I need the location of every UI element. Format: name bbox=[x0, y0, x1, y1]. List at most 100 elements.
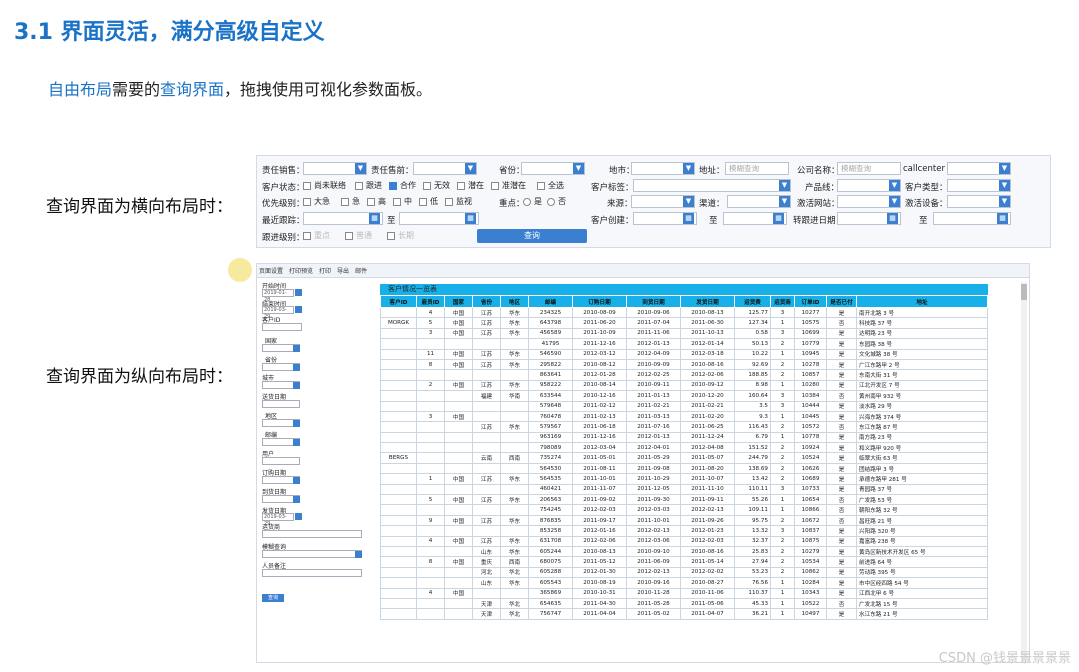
checkbox-priority-1[interactable]: 急 bbox=[341, 196, 360, 207]
table-row[interactable]: 2 中国 江苏 华东 958222 2010-08-14 2010-09-11 2010-09… bbox=[380, 379, 988, 392]
table-row[interactable]: 579648 2011-02-12 2011-02-21 2011-02-21 3.5 3… bbox=[380, 400, 988, 412]
select-activate-ch[interactable]: ▼ bbox=[837, 195, 901, 208]
checkbox-followup-0[interactable]: 重点 bbox=[303, 230, 330, 241]
address-input[interactable]: 模糊查询 bbox=[725, 162, 789, 175]
checkbox-status-5[interactable]: 准潜在 bbox=[491, 180, 526, 191]
table-row[interactable]: 河北 华北 605288 2012-01-30 2012-02-13 2012-02-02… bbox=[380, 566, 988, 579]
table-row[interactable]: 4 中国 江苏 华东 631708 2012-02-06 2012-03-06 2012-02… bbox=[380, 535, 988, 548]
checkbox-status-1[interactable]: 跟进 bbox=[355, 180, 382, 191]
toolbar-page-setup[interactable]: 页面设置 bbox=[259, 266, 283, 275]
chevron-down-icon[interactable] bbox=[293, 382, 300, 389]
table-cell: 东南大街 31 号 bbox=[856, 369, 988, 381]
table-row[interactable]: 5 中国 江苏 华东 206563 2011-09-02 2011-09-30 2011-09… bbox=[380, 494, 988, 506]
toolbar-export[interactable]: 导出 bbox=[337, 266, 349, 275]
checkbox-status-2[interactable]: 合作 bbox=[389, 180, 416, 191]
checkbox-status-4[interactable]: 潜在 bbox=[457, 180, 484, 191]
company-input[interactable]: 模糊查询 bbox=[837, 162, 901, 175]
chevron-down-icon[interactable] bbox=[293, 364, 300, 371]
fuzzy-query-select[interactable] bbox=[262, 550, 362, 558]
select-channel[interactable]: ▼ bbox=[727, 195, 791, 208]
chevron-down-icon[interactable] bbox=[355, 551, 362, 558]
table-row[interactable]: 564530 2011-08-11 2011-09-08 2011-08-20 138.… bbox=[380, 462, 988, 475]
chevron-down-icon[interactable] bbox=[293, 477, 300, 484]
checkbox-priority-5[interactable]: 监视 bbox=[445, 196, 472, 207]
table-row[interactable]: 754245 2012-02-03 2012-03-03 2012-02-13 109.… bbox=[380, 504, 988, 516]
table-row[interactable]: 798089 2012-03-04 2012-04-01 2012-04-08 151.… bbox=[380, 442, 988, 454]
checkbox-status-6[interactable]: 全选 bbox=[537, 180, 564, 191]
calendar-icon[interactable]: ▦ bbox=[369, 213, 380, 224]
checkbox-followup-1[interactable]: 普通 bbox=[345, 230, 372, 241]
table-cell bbox=[472, 442, 501, 454]
select-activate-dev[interactable]: ▼ bbox=[947, 195, 1011, 208]
start-date-input[interactable]: 2019-01-28 bbox=[262, 289, 294, 303]
chevron-down-icon[interactable] bbox=[293, 345, 300, 352]
table-row[interactable]: MORGK 5 中国 江苏 华东 643798 2011-06-20 2011-07-04 20… bbox=[380, 317, 988, 329]
user-input[interactable] bbox=[262, 457, 300, 465]
radio-key-no[interactable]: 否 bbox=[547, 196, 566, 207]
select-city[interactable]: ▼ bbox=[631, 162, 695, 175]
radio-key-yes[interactable]: 是 bbox=[523, 196, 542, 207]
calendar-icon[interactable]: ▦ bbox=[997, 213, 1008, 224]
table-row[interactable]: 853258 2012-01-16 2012-02-13 2012-01-23 13.3… bbox=[380, 525, 988, 537]
scrollbar[interactable] bbox=[1021, 282, 1027, 662]
query-button[interactable]: 查询 bbox=[477, 229, 587, 243]
select-source[interactable]: ▼ bbox=[631, 195, 695, 208]
ship-date-input[interactable]: 2019-03-29 bbox=[262, 513, 294, 527]
select-presale[interactable]: ▼ bbox=[413, 162, 477, 175]
table-row[interactable]: 3 中国 江苏 华东 456589 2011-10-09 2011-11-06 2011-10… bbox=[380, 327, 988, 340]
calendar-icon[interactable] bbox=[295, 289, 302, 296]
select-ctype[interactable]: ▼ bbox=[947, 179, 1011, 192]
toolbar-print[interactable]: 打印 bbox=[319, 266, 331, 275]
table-row[interactable]: 8 中国 重庆 西南 680075 2011-05-12 2011-06-09 2011-05… bbox=[380, 556, 988, 568]
chevron-down-icon[interactable] bbox=[293, 439, 300, 446]
calendar-icon[interactable] bbox=[295, 306, 302, 313]
checkbox-priority-3[interactable]: 中 bbox=[393, 196, 412, 207]
select-province[interactable]: ▼ bbox=[521, 162, 585, 175]
table-row[interactable]: 460421 2011-11-07 2011-12-05 2011-11-10 110.… bbox=[380, 483, 988, 496]
table-row[interactable]: 41795 2011-12-16 2012-01-13 2012-01-14 50.13… bbox=[380, 338, 988, 350]
checkbox-status-3[interactable]: 无效 bbox=[423, 180, 450, 191]
table-row[interactable]: 4 中国 江苏 华东 234325 2010-08-09 2010-09-06 2010-08… bbox=[380, 306, 988, 319]
table-row[interactable]: 4 中国 365869 2010-10-31 2010-11-28 2010-11-06 1… bbox=[380, 587, 988, 599]
table-row[interactable]: 天津 华北 654635 2011-04-30 2011-05-28 2011-05-06… bbox=[380, 597, 988, 610]
select-callcenter[interactable]: ▼ bbox=[947, 162, 1011, 175]
table-row[interactable]: 11 中国 江苏 华东 546590 2012-03-12 2012-04-09 2012-0… bbox=[380, 348, 988, 360]
staff-note-input[interactable] bbox=[262, 569, 362, 577]
checkbox-followup-2[interactable]: 长期 bbox=[387, 230, 414, 241]
checkbox-priority-0[interactable]: 大急 bbox=[303, 196, 330, 207]
checkbox-priority-2[interactable]: 高 bbox=[367, 196, 386, 207]
checkbox-priority-4[interactable]: 低 bbox=[419, 196, 438, 207]
select-sales[interactable]: ▼ bbox=[303, 162, 367, 175]
table-row[interactable]: 天津 华北 756747 2011-04-04 2011-05-02 2011-04-07… bbox=[380, 608, 988, 620]
toolbar-print-preview[interactable]: 打印预览 bbox=[289, 266, 313, 275]
table-row[interactable]: 1 中国 江苏 华东 564535 2011-10-01 2011-10-29 2011-10… bbox=[380, 473, 988, 485]
table-row[interactable]: 963169 2011-12-16 2012-01-13 2011-12-24 6.79… bbox=[380, 431, 988, 444]
customer-id-input[interactable] bbox=[262, 323, 302, 331]
calendar-icon[interactable]: ▦ bbox=[773, 213, 784, 224]
checkbox-status-0[interactable]: 尚未联络 bbox=[303, 180, 346, 191]
calendar-icon[interactable]: ▦ bbox=[683, 213, 694, 224]
table-row[interactable]: 3 中国 760478 2011-02-13 2011-03-13 2011-02-20 9… bbox=[380, 410, 988, 423]
toolbar-mail[interactable]: 邮件 bbox=[355, 266, 367, 275]
table-row[interactable]: 山东 华东 605244 2010-08-13 2010-09-10 2010-08-16… bbox=[380, 545, 988, 558]
table-row[interactable]: BERGS 云南 西南 735274 2011-05-01 2011-05-29 2011-… bbox=[380, 452, 988, 464]
table-row[interactable]: 863641 2012-01-28 2012-02-25 2012-02-06 188.… bbox=[380, 369, 988, 381]
chevron-down-icon[interactable] bbox=[293, 420, 300, 427]
table-cell bbox=[380, 431, 417, 444]
table-row[interactable]: 江苏 华东 579567 2011-06-18 2011-07-16 2011-06-25… bbox=[380, 421, 988, 433]
calendar-icon[interactable]: ▦ bbox=[465, 213, 476, 224]
chevron-down-icon[interactable] bbox=[293, 496, 300, 503]
scrollbar-thumb[interactable] bbox=[1021, 284, 1027, 300]
calendar-icon[interactable]: ▦ bbox=[887, 213, 898, 224]
table-row[interactable]: 9 中国 江苏 华东 876835 2011-09-17 2011-10-01 2011-09… bbox=[380, 514, 988, 527]
select-product[interactable]: ▼ bbox=[837, 179, 901, 192]
shipper-input[interactable] bbox=[262, 530, 362, 538]
calendar-icon[interactable] bbox=[295, 513, 302, 520]
table-row[interactable]: 山东 华东 605543 2010-08-19 2010-09-16 2010-08-27… bbox=[380, 577, 988, 589]
end-date-input[interactable]: 2019-03-29 bbox=[262, 306, 294, 320]
table-row[interactable]: 福建 华南 633544 2010-12-16 2011-01-13 2010-12-20… bbox=[380, 390, 988, 402]
table-row[interactable]: 8 中国 江苏 华东 295822 2010-08-12 2010-09-09 2010-08… bbox=[380, 358, 988, 371]
select-tags[interactable]: ▼ bbox=[633, 179, 791, 192]
vertical-query-button[interactable]: 查询 bbox=[262, 594, 284, 602]
delivery-date-input[interactable] bbox=[262, 400, 300, 408]
